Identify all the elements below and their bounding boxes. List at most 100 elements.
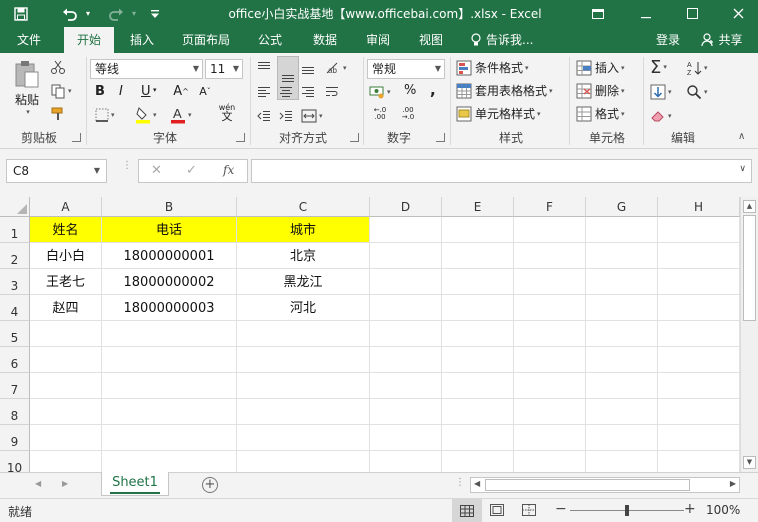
- column-header-h[interactable]: H: [658, 197, 740, 217]
- tab-insert[interactable]: 插入: [118, 27, 166, 53]
- autosum-icon[interactable]: Σ ▾: [650, 57, 684, 78]
- cell-h5[interactable]: [658, 321, 740, 347]
- cell-h4[interactable]: [658, 295, 740, 321]
- cell-c2[interactable]: 北京: [237, 243, 370, 269]
- cell-e4[interactable]: [442, 295, 514, 321]
- row-header[interactable]: 2: [0, 243, 30, 269]
- cell-d9[interactable]: [370, 425, 442, 451]
- fill-color-icon[interactable]: ▾: [135, 105, 165, 125]
- insert-cells-button[interactable]: 插入 ▾: [576, 59, 625, 76]
- save-icon[interactable]: [10, 0, 32, 27]
- scroll-up-icon[interactable]: ▲: [743, 200, 756, 213]
- cell-h7[interactable]: [658, 373, 740, 399]
- column-header-c[interactable]: C: [237, 197, 370, 217]
- align-top-icon[interactable]: [257, 59, 275, 77]
- bold-button[interactable]: B: [95, 84, 105, 99]
- cell-e6[interactable]: [442, 347, 514, 373]
- cell-d6[interactable]: [370, 347, 442, 373]
- font-grow-icon[interactable]: A ^: [170, 83, 192, 99]
- cell-a6[interactable]: [30, 347, 102, 373]
- cell-b4[interactable]: 18000000003: [102, 295, 237, 321]
- alignment-launcher-icon[interactable]: [350, 133, 359, 142]
- cell-b3[interactable]: 18000000002: [102, 269, 237, 295]
- maximize-icon[interactable]: [676, 0, 708, 27]
- cell-a1[interactable]: 姓名: [30, 217, 102, 243]
- cell-e10[interactable]: [442, 451, 514, 472]
- cell-styles-button[interactable]: 单元格样式 ▾: [456, 105, 541, 122]
- cell-f6[interactable]: [514, 347, 586, 373]
- row-header[interactable]: 6: [0, 347, 30, 373]
- zoom-level[interactable]: 100%: [706, 503, 740, 517]
- new-sheet-icon[interactable]: +: [202, 477, 218, 493]
- cell-e2[interactable]: [442, 243, 514, 269]
- cell-c4[interactable]: 河北: [237, 295, 370, 321]
- ribbon-display-icon[interactable]: [582, 0, 614, 27]
- row-header[interactable]: 9: [0, 425, 30, 451]
- enter-icon[interactable]: ✓: [186, 163, 197, 178]
- tab-review[interactable]: 审阅: [354, 27, 402, 53]
- cell-b5[interactable]: [102, 321, 237, 347]
- wrap-text-icon[interactable]: [325, 83, 343, 101]
- cell-e7[interactable]: [442, 373, 514, 399]
- cell-h1[interactable]: [658, 217, 740, 243]
- share-button[interactable]: 共享: [692, 27, 752, 53]
- cell-c7[interactable]: [237, 373, 370, 399]
- undo-icon[interactable]: [58, 0, 82, 27]
- increase-decimal-icon[interactable]: ←.0.00: [369, 107, 391, 125]
- cell-h9[interactable]: [658, 425, 740, 451]
- column-header-b[interactable]: B: [102, 197, 237, 217]
- minimize-icon[interactable]: [630, 0, 662, 27]
- cell-h10[interactable]: [658, 451, 740, 472]
- collapse-ribbon-icon[interactable]: ∧: [738, 131, 745, 142]
- cell-f1[interactable]: [514, 217, 586, 243]
- customize-icon[interactable]: [146, 0, 164, 27]
- cell-d7[interactable]: [370, 373, 442, 399]
- cell-b10[interactable]: [102, 451, 237, 472]
- prev-sheet-icon[interactable]: ◀: [35, 479, 41, 488]
- cell-g1[interactable]: [586, 217, 658, 243]
- row-header[interactable]: 10: [0, 451, 30, 472]
- clear-icon[interactable]: ▾: [650, 107, 680, 125]
- delete-cells-button[interactable]: 删除 ▾: [576, 82, 625, 99]
- cell-d5[interactable]: [370, 321, 442, 347]
- row-header[interactable]: 1: [0, 217, 30, 243]
- comma-button[interactable]: ,: [430, 81, 436, 99]
- cell-g4[interactable]: [586, 295, 658, 321]
- cell-a10[interactable]: [30, 451, 102, 472]
- row-header[interactable]: 7: [0, 373, 30, 399]
- row-header[interactable]: 4: [0, 295, 30, 321]
- font-name-select[interactable]: 等线 ▼: [90, 59, 203, 79]
- login-button[interactable]: 登录: [648, 27, 688, 53]
- cell-c1[interactable]: 城市: [237, 217, 370, 243]
- cell-g7[interactable]: [586, 373, 658, 399]
- cell-h3[interactable]: [658, 269, 740, 295]
- cell-d4[interactable]: [370, 295, 442, 321]
- font-launcher-icon[interactable]: [236, 133, 245, 142]
- underline-button[interactable]: U: [141, 84, 151, 99]
- font-shrink-icon[interactable]: Aˇ: [194, 83, 216, 99]
- decrease-indent-icon[interactable]: [257, 107, 275, 125]
- cell-c6[interactable]: [237, 347, 370, 373]
- cell-d8[interactable]: [370, 399, 442, 425]
- cell-e1[interactable]: [442, 217, 514, 243]
- cell-h8[interactable]: [658, 399, 740, 425]
- scroll-right-icon[interactable]: ▶: [730, 479, 736, 488]
- format-painter-icon[interactable]: [50, 106, 68, 122]
- cell-b9[interactable]: [102, 425, 237, 451]
- borders-icon[interactable]: ▾: [95, 107, 125, 123]
- vertical-scroll-thumb[interactable]: [743, 215, 756, 321]
- cell-g3[interactable]: [586, 269, 658, 295]
- tab-data[interactable]: 数据: [302, 27, 348, 53]
- cell-g9[interactable]: [586, 425, 658, 451]
- cell-a3[interactable]: 王老七: [30, 269, 102, 295]
- formula-input[interactable]: ∨: [251, 159, 752, 183]
- horizontal-scrollbar[interactable]: ◀ ▶: [470, 477, 740, 493]
- close-icon[interactable]: [722, 0, 754, 27]
- merge-center-icon[interactable]: ▾: [301, 107, 329, 125]
- copy-icon[interactable]: ▾: [50, 83, 80, 99]
- cell-e8[interactable]: [442, 399, 514, 425]
- number-format-select[interactable]: 常规 ▼: [367, 59, 445, 79]
- cell-g8[interactable]: [586, 399, 658, 425]
- next-sheet-icon[interactable]: ▶: [62, 479, 68, 488]
- sort-filter-icon[interactable]: A Z ▾: [686, 59, 716, 77]
